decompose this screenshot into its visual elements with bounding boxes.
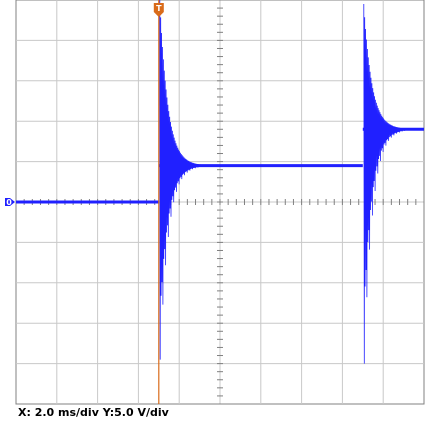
y-scale-readout: Y:5.0 V/div	[102, 406, 169, 419]
ground-level-label: 0	[6, 198, 12, 207]
oscilloscope-display: T 0	[5, 0, 425, 405]
trigger-label: T	[156, 4, 162, 13]
scale-readout: X: 2.0 ms/div Y:5.0 V/div	[18, 406, 169, 419]
x-scale-readout: X: 2.0 ms/div	[18, 406, 99, 419]
